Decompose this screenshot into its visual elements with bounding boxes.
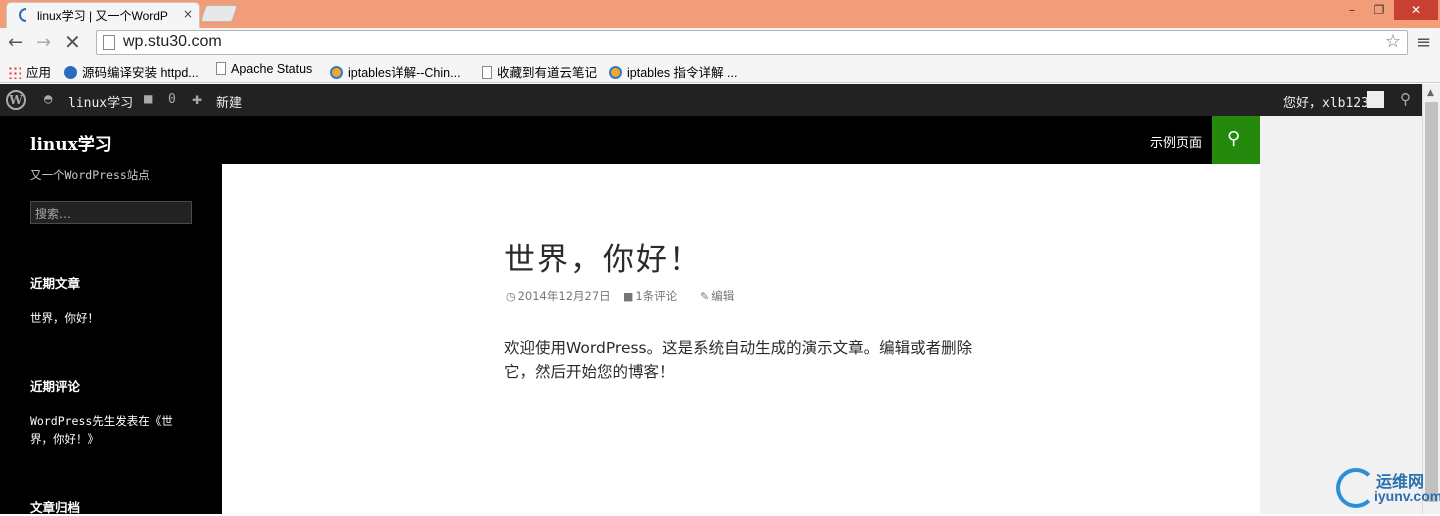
- watermark-en: iyunv.com: [1374, 488, 1440, 504]
- forward-arrow-icon[interactable]: →: [36, 32, 51, 53]
- watermark-logo: 运维网 iyunv.com: [1336, 466, 1440, 512]
- page-background-right: [1260, 116, 1422, 514]
- url-text[interactable]: wp.stu30.com: [123, 33, 222, 51]
- maximize-button[interactable]: ❐: [1366, 0, 1392, 20]
- ie-icon: [609, 66, 622, 79]
- post-body: 欢迎使用WordPress。这是系统自动生成的演示文章。编辑或者删除它，然后开始…: [504, 339, 973, 381]
- admin-bar-site-name[interactable]: linux学习: [68, 92, 133, 111]
- site-title[interactable]: linux学习: [30, 130, 112, 155]
- site-header: 示例页面 ⚲: [222, 116, 1260, 164]
- browser-toolbar: ← → ✕ wp.stu30.com ☆ ≡: [0, 28, 1440, 58]
- avatar[interactable]: [1367, 91, 1384, 108]
- sidebar-search-input[interactable]: 搜索…: [30, 201, 192, 224]
- page-icon: [216, 62, 226, 75]
- page-icon: [103, 35, 115, 50]
- archives-title: 文章归档: [30, 500, 81, 515]
- bookmark-youdao[interactable]: 收藏到有道云笔记: [482, 62, 597, 81]
- site-sidebar: linux学习 又一个WordPress站点 搜索… 近期文章 世界，你好！ 近…: [0, 116, 222, 515]
- bookmark-httpd[interactable]: 源码编译安装 httpd...: [64, 62, 199, 81]
- browser-menu-icon[interactable]: ≡: [1416, 32, 1431, 53]
- search-toggle-button[interactable]: ⚲: [1212, 116, 1260, 164]
- ie-icon: [330, 66, 343, 79]
- stop-loading-icon[interactable]: ✕: [64, 30, 81, 54]
- wp-admin-bar: W ◓ linux学习 ■ 0 ✚ 新建 您好，xlb123 ⚲: [0, 84, 1422, 116]
- comment-bubble-icon[interactable]: ■: [144, 91, 152, 107]
- plus-icon[interactable]: ✚: [192, 89, 202, 109]
- address-bar[interactable]: wp.stu30.com ☆: [96, 30, 1408, 55]
- site-description: 又一个WordPress站点: [30, 168, 150, 182]
- recent-comments-title: 近期评论: [30, 379, 81, 394]
- apps-icon: [8, 66, 21, 79]
- main-content: 世界，你好！ ◷ 2014年12月27日 ■ 1条评论 ✎ 编辑 欢迎使用WordPr…: [222, 164, 1260, 514]
- nav-sample-page[interactable]: 示例页面: [1150, 132, 1202, 151]
- admin-bar-greeting[interactable]: 您好，xlb123: [1283, 92, 1369, 111]
- comment-count[interactable]: 0: [168, 92, 176, 107]
- recent-posts-title: 近期文章: [30, 276, 81, 291]
- admin-bar-new[interactable]: 新建: [216, 92, 242, 111]
- globe-icon: [64, 66, 77, 79]
- tab-title: linux学习 | 又一个WordP: [37, 9, 168, 23]
- page-icon: [482, 66, 492, 79]
- minimize-button[interactable]: –: [1338, 0, 1366, 20]
- bookmarks-bar: 应用 源码编译安装 httpd... Apache Status iptable…: [0, 58, 1440, 83]
- browser-titlebar: linux学习 | 又一个WordP × – ❐ ✕: [0, 0, 1440, 28]
- browser-tab[interactable]: linux学习 | 又一个WordP ×: [6, 2, 200, 28]
- comment-icon: ■: [623, 290, 634, 303]
- scrollbar-thumb[interactable]: [1425, 102, 1438, 502]
- close-window-button[interactable]: ✕: [1394, 0, 1438, 20]
- bookmark-apache-status[interactable]: Apache Status: [216, 62, 312, 76]
- bookmark-apps[interactable]: 应用: [8, 62, 51, 81]
- new-tab-button[interactable]: [200, 5, 238, 22]
- bookmark-iptables-2[interactable]: iptables 指令详解 ...: [609, 62, 737, 81]
- dashboard-icon[interactable]: ◓: [44, 91, 52, 107]
- post-comments-link[interactable]: ■ 1条评论: [623, 288, 677, 304]
- back-arrow-icon[interactable]: ←: [8, 32, 23, 53]
- watermark-ring-icon: [1336, 468, 1376, 508]
- tab-close-icon[interactable]: ×: [183, 7, 193, 21]
- search-icon: ⚲: [1227, 128, 1241, 149]
- scroll-up-arrow-icon[interactable]: ▲: [1427, 88, 1434, 98]
- pencil-icon: ✎: [700, 290, 710, 303]
- vertical-scrollbar[interactable]: ▲: [1422, 84, 1440, 514]
- admin-search-icon[interactable]: ⚲: [1400, 90, 1411, 108]
- wordpress-logo-icon[interactable]: W: [6, 90, 26, 110]
- clock-icon: ◷: [506, 290, 516, 303]
- post-date[interactable]: ◷ 2014年12月27日: [506, 288, 611, 304]
- recent-post-link[interactable]: 世界，你好！: [30, 309, 200, 327]
- loading-spinner-icon: [19, 8, 27, 22]
- post-title[interactable]: 世界，你好！: [504, 234, 702, 279]
- recent-comment-link[interactable]: WordPress先生发表在《世界，你好！》: [30, 412, 195, 448]
- post-edit-link[interactable]: ✎ 编辑: [700, 288, 734, 304]
- bookmark-star-icon[interactable]: ☆: [1385, 31, 1401, 52]
- bookmark-iptables-1[interactable]: iptables详解--Chin...: [330, 62, 461, 81]
